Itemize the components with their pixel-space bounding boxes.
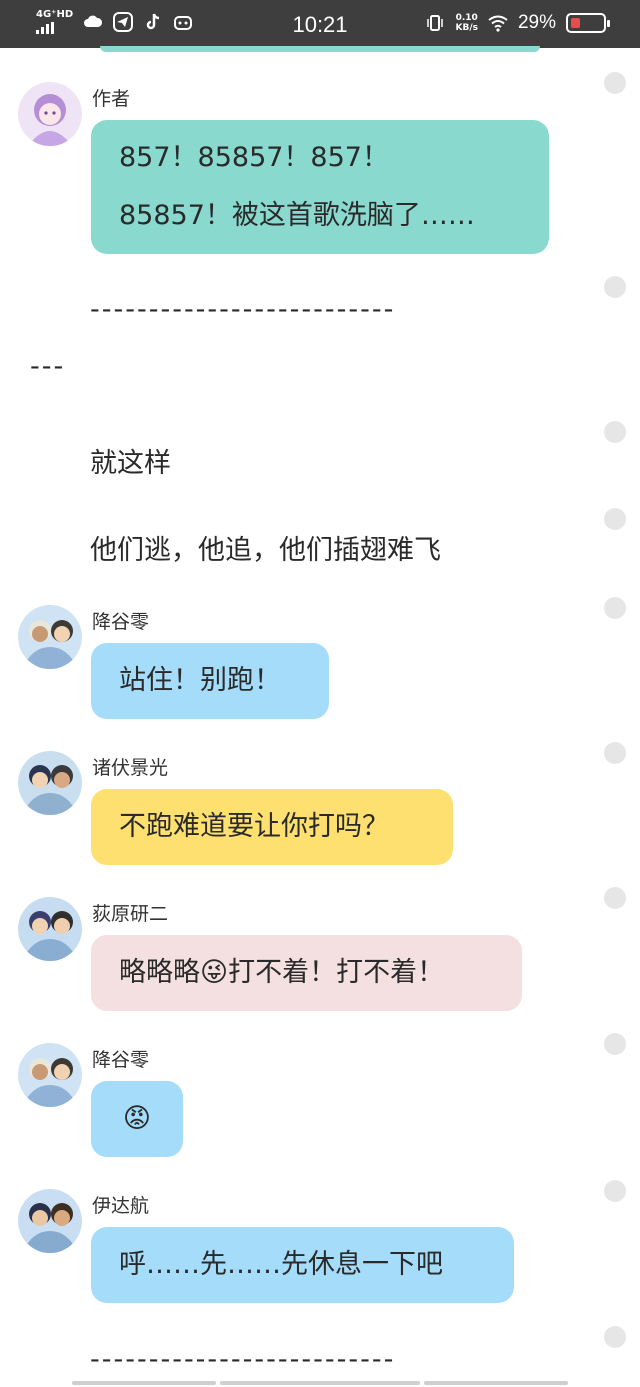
sender-name: 作者 bbox=[92, 88, 131, 110]
message-bubble[interactable]: 站住！别跑！ bbox=[91, 643, 329, 719]
wifi-icon bbox=[488, 15, 508, 32]
message-text: 不跑难道要让你打吗？ bbox=[119, 811, 389, 842]
sender-name: 诸伏景光 bbox=[92, 757, 169, 779]
message-text-line: 85857！被这首歌洗脑了…… bbox=[119, 200, 475, 231]
message-options-dot[interactable] bbox=[604, 72, 626, 94]
avatar[interactable] bbox=[18, 605, 82, 669]
divider-dashes-continued: --- bbox=[30, 351, 66, 382]
message-options-dot[interactable] bbox=[604, 508, 626, 530]
message-bubble[interactable]: 不跑难道要让你打吗？ bbox=[91, 789, 453, 865]
avatar[interactable] bbox=[18, 1189, 82, 1253]
scroll-indicator bbox=[220, 1381, 420, 1385]
message-bubble[interactable]: 😡 bbox=[91, 1081, 183, 1157]
net-speed-value: 0.10 bbox=[455, 13, 478, 23]
status-right: 0.10 KB/s 29% bbox=[425, 12, 610, 34]
vibrate-icon bbox=[427, 15, 444, 31]
sender-name: 荻原研二 bbox=[92, 903, 169, 925]
message-bubble[interactable]: 略略略😜打不着！打不着！ bbox=[91, 935, 522, 1011]
message-options-dot[interactable] bbox=[604, 1180, 626, 1202]
message-text: 打不着！打不着！ bbox=[228, 957, 445, 988]
message-text: 呼……先……先休息一下吧 bbox=[119, 1249, 443, 1280]
previous-bubble-edge bbox=[100, 46, 540, 52]
message-options-dot[interactable] bbox=[604, 597, 626, 619]
message-options-dot[interactable] bbox=[604, 887, 626, 909]
divider-dashes: -------------------------- bbox=[90, 1344, 396, 1375]
net-speed-unit: KB/s bbox=[455, 23, 478, 33]
message-bubble[interactable]: 呼……先……先休息一下吧 bbox=[91, 1227, 514, 1303]
message-options-dot[interactable] bbox=[604, 1326, 626, 1348]
message-text-line: 857！85857！857！ bbox=[119, 142, 389, 173]
battery-percent: 29% bbox=[517, 12, 556, 33]
sender-name: 降谷零 bbox=[92, 611, 150, 633]
battery-icon bbox=[566, 13, 610, 33]
sender-name: 伊达航 bbox=[92, 1195, 150, 1217]
message-bubble[interactable]: 857！85857！857！ 85857！被这首歌洗脑了…… bbox=[91, 120, 549, 254]
net-speed: 0.10 KB/s bbox=[455, 13, 477, 33]
message-options-dot[interactable] bbox=[604, 1033, 626, 1055]
message-options-dot[interactable] bbox=[604, 276, 626, 298]
message-text: 略略略 bbox=[119, 957, 200, 988]
avatar[interactable] bbox=[18, 82, 82, 146]
winking-tongue-emoji-icon: 😜 bbox=[200, 957, 229, 988]
divider-dashes: -------------------------- bbox=[90, 294, 396, 325]
avatar[interactable] bbox=[18, 897, 82, 961]
scroll-indicator bbox=[424, 1381, 568, 1385]
message-options-dot[interactable] bbox=[604, 421, 626, 443]
narration-text: 他们逃，他追，他们插翅难飞 bbox=[90, 535, 441, 566]
avatar[interactable] bbox=[18, 751, 82, 815]
sender-name: 降谷零 bbox=[92, 1049, 150, 1071]
avatar[interactable] bbox=[18, 1043, 82, 1107]
angry-face-emoji-icon: 😡 bbox=[122, 1103, 152, 1134]
message-options-dot[interactable] bbox=[604, 742, 626, 764]
message-text: 站住！别跑！ bbox=[119, 665, 281, 696]
status-bar: 4G⁺HD 10:21 0.10 KB/s 29% bbox=[0, 0, 640, 48]
narration-text: 就这样 bbox=[90, 448, 171, 479]
scroll-indicator bbox=[72, 1381, 216, 1385]
